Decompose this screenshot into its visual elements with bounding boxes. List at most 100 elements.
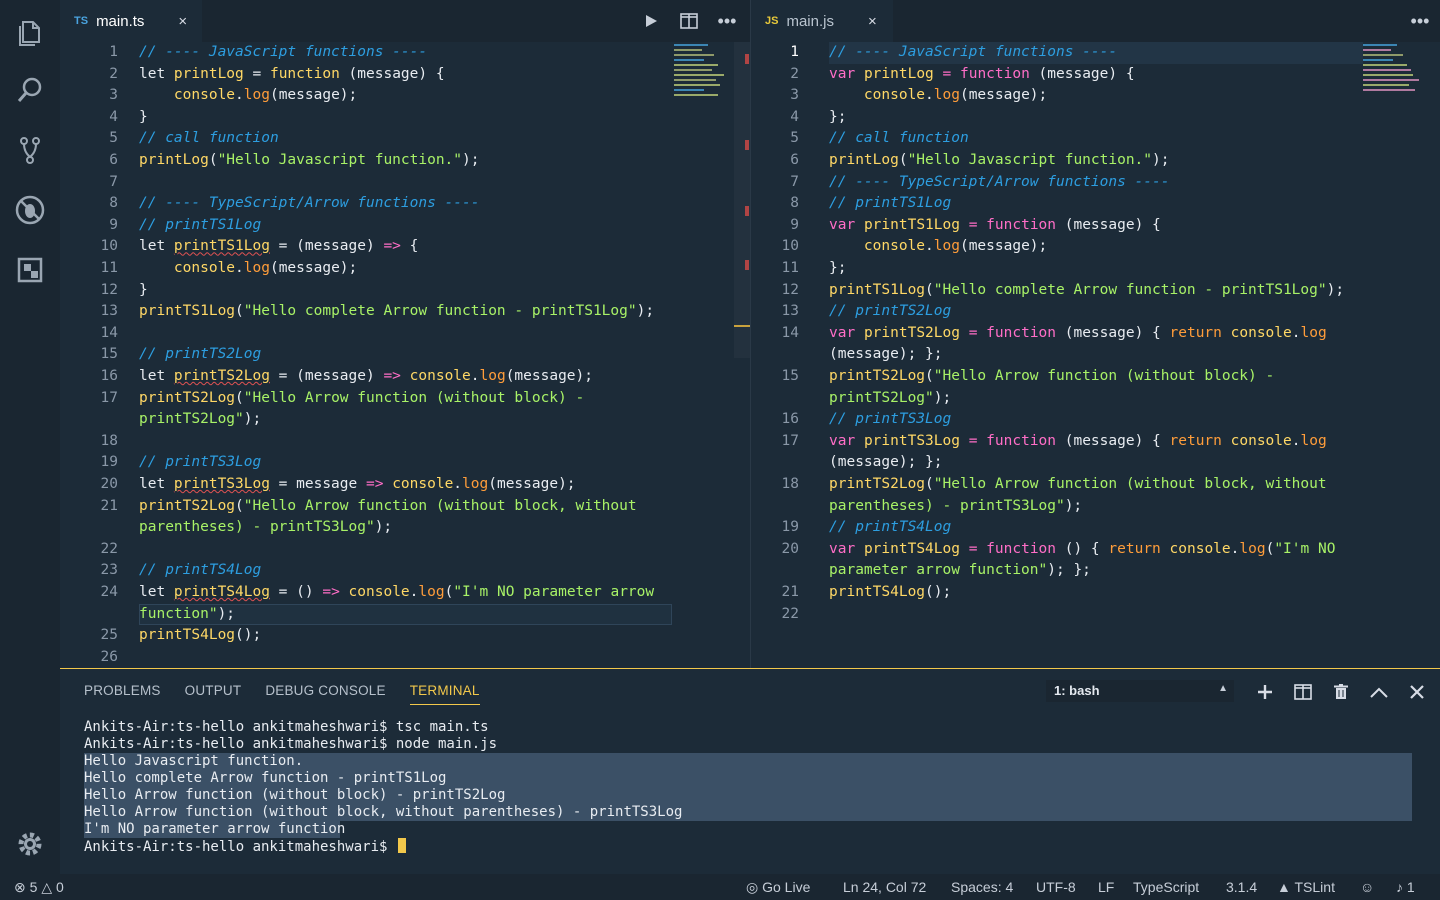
- code-line: console.log(message);: [863, 238, 1048, 255]
- line-number: 23: [100, 562, 118, 579]
- line-number: 12: [781, 281, 799, 298]
- panel-actions: [1246, 679, 1436, 705]
- minimap[interactable]: [1361, 42, 1421, 102]
- code-line: // call function: [139, 130, 279, 147]
- code-line: console.log(message);: [173, 87, 358, 104]
- code-line: (message); };: [829, 346, 943, 363]
- more-icon[interactable]: •••: [708, 11, 746, 32]
- line-number: 17: [781, 432, 799, 449]
- search-icon[interactable]: [12, 72, 48, 108]
- terminal-line: Hello Javascript function.: [84, 753, 304, 769]
- line-number: 16: [100, 368, 118, 384]
- line-number: 4: [109, 108, 118, 125]
- line-number: 2: [109, 65, 118, 82]
- new-terminal-icon[interactable]: [1246, 679, 1284, 705]
- problems-summary[interactable]: ⊗ 5 △ 0: [14, 879, 64, 896]
- line-number: 24: [100, 584, 118, 600]
- tab-problems[interactable]: PROBLEMS: [84, 683, 161, 705]
- typescript-version[interactable]: 3.1.4: [1226, 879, 1257, 895]
- line-number: 10: [100, 238, 118, 255]
- run-icon[interactable]: [632, 13, 670, 29]
- terminal-select[interactable]: 1: bash ▲: [1046, 680, 1234, 702]
- code-line: (message); };: [829, 454, 943, 471]
- tslint-status[interactable]: ▲ TSLint: [1277, 879, 1335, 895]
- close-icon[interactable]: ×: [178, 13, 187, 30]
- tab-output[interactable]: OUTPUT: [185, 683, 242, 705]
- trash-icon[interactable]: [1322, 679, 1360, 705]
- split-terminal-icon[interactable]: [1284, 679, 1322, 705]
- minimap[interactable]: [672, 42, 732, 102]
- line-number: 2: [790, 65, 799, 82]
- files-icon[interactable]: [12, 14, 48, 50]
- line-number: 20: [781, 540, 799, 557]
- source-control-icon[interactable]: [12, 132, 48, 168]
- code-line: let printTS4Log = () => console.log("I'm…: [139, 584, 655, 600]
- line-number: 22: [781, 605, 799, 622]
- language-mode[interactable]: TypeScript: [1133, 879, 1199, 895]
- line-number: 14: [100, 324, 118, 341]
- go-live-button[interactable]: ◎ Go Live: [746, 879, 810, 896]
- code-line: var printTS1Log = function (message) {: [829, 216, 1161, 233]
- terminal-line: Ankits-Air:ts-hello ankitmaheshwari$ tsc…: [84, 719, 489, 735]
- code-line: printTS4Log();: [139, 627, 262, 644]
- terminal-select-value: 1: bash: [1054, 683, 1100, 698]
- code-line: printTS1Log("Hello complete Arrow functi…: [829, 281, 1345, 298]
- split-editor-icon[interactable]: [670, 13, 708, 29]
- code-line: }: [139, 108, 148, 125]
- end-of-line[interactable]: LF: [1098, 879, 1114, 895]
- code-editor-main-ts[interactable]: 1 2 3 4 5 6 7 8 9 10 11 12 13 14 15 16 17 18 19 20 21 22 23 24 2…: [60, 42, 750, 668]
- code-line: // printTS2Log: [829, 303, 952, 320]
- code-line: }: [139, 281, 148, 298]
- settings-gear-icon[interactable]: [12, 826, 48, 862]
- line-number: 13: [781, 303, 799, 320]
- line-number: 13: [100, 303, 118, 320]
- editor-group-left: TS main.ts × ••• 1 2 3 4 5 6 7 8 9 10 11 12 13 14 15 16…: [60, 0, 750, 668]
- code-line: let printLog = function (message) {: [139, 65, 445, 82]
- go-live-label: Go Live: [762, 879, 811, 895]
- line-number: 9: [109, 216, 118, 233]
- extensions-icon[interactable]: [12, 252, 48, 288]
- line-number: 6: [109, 152, 118, 168]
- code-line: function");: [139, 605, 236, 622]
- tab-bar: TS main.ts × •••: [60, 0, 750, 42]
- code-line: var printLog = function (message) {: [829, 65, 1135, 82]
- line-number: 25: [100, 627, 118, 644]
- feedback-smiley-icon[interactable]: ☺: [1360, 879, 1374, 895]
- code-line: // printTS1Log: [829, 195, 952, 212]
- line-number: 21: [781, 584, 799, 600]
- editor-actions: •••: [632, 0, 746, 42]
- close-icon[interactable]: ×: [868, 13, 877, 30]
- terminal-line: Hello Arrow function (without block) - p…: [84, 787, 506, 803]
- code-editor-main-js[interactable]: 1 2 3 4 5 6 7 8 9 10 11 12 13 14 15 16 17 18 19 20 21 22 // -…: [751, 42, 1440, 668]
- code-line: parentheses) - printTS3Log");: [139, 519, 393, 536]
- indentation[interactable]: Spaces: 4: [951, 879, 1013, 895]
- cursor-position[interactable]: Ln 24, Col 72: [843, 879, 926, 895]
- line-number: 7: [109, 173, 118, 190]
- encoding[interactable]: UTF-8: [1036, 879, 1076, 895]
- terminal-line: Hello complete Arrow function - printTS1…: [84, 770, 447, 786]
- maximize-icon[interactable]: [1360, 679, 1398, 705]
- line-number: 4: [790, 108, 799, 125]
- line-number: 11: [781, 260, 799, 276]
- line-number: 3: [109, 87, 118, 104]
- javascript-file-icon: JS: [765, 15, 779, 27]
- tab-main-ts[interactable]: TS main.ts ×: [60, 0, 202, 42]
- terminal-cursor: [397, 838, 406, 853]
- tab-terminal[interactable]: TERMINAL: [409, 683, 480, 705]
- tab-main-js[interactable]: JS main.js ×: [751, 0, 893, 42]
- more-icon[interactable]: •••: [1401, 11, 1439, 32]
- panel-tabs: PROBLEMS OUTPUT DEBUG CONSOLE TERMINAL: [84, 683, 480, 705]
- line-number: 14: [781, 324, 799, 341]
- notifications[interactable]: ♪ 1: [1396, 879, 1415, 895]
- tab-debug-console[interactable]: DEBUG CONSOLE: [265, 683, 385, 705]
- line-number: 6: [790, 152, 799, 168]
- terminal-line: I'm NO parameter arrow function: [84, 821, 346, 837]
- debug-icon[interactable]: [12, 192, 48, 228]
- line-number: 20: [100, 476, 118, 492]
- close-icon[interactable]: [1398, 679, 1436, 705]
- select-arrows-icon: ▲: [1218, 683, 1228, 694]
- line-number: 26: [100, 648, 118, 665]
- line-number: 12: [100, 281, 118, 298]
- code-line: console.log(message);: [173, 260, 358, 276]
- bell-icon: ♪: [1396, 879, 1403, 895]
